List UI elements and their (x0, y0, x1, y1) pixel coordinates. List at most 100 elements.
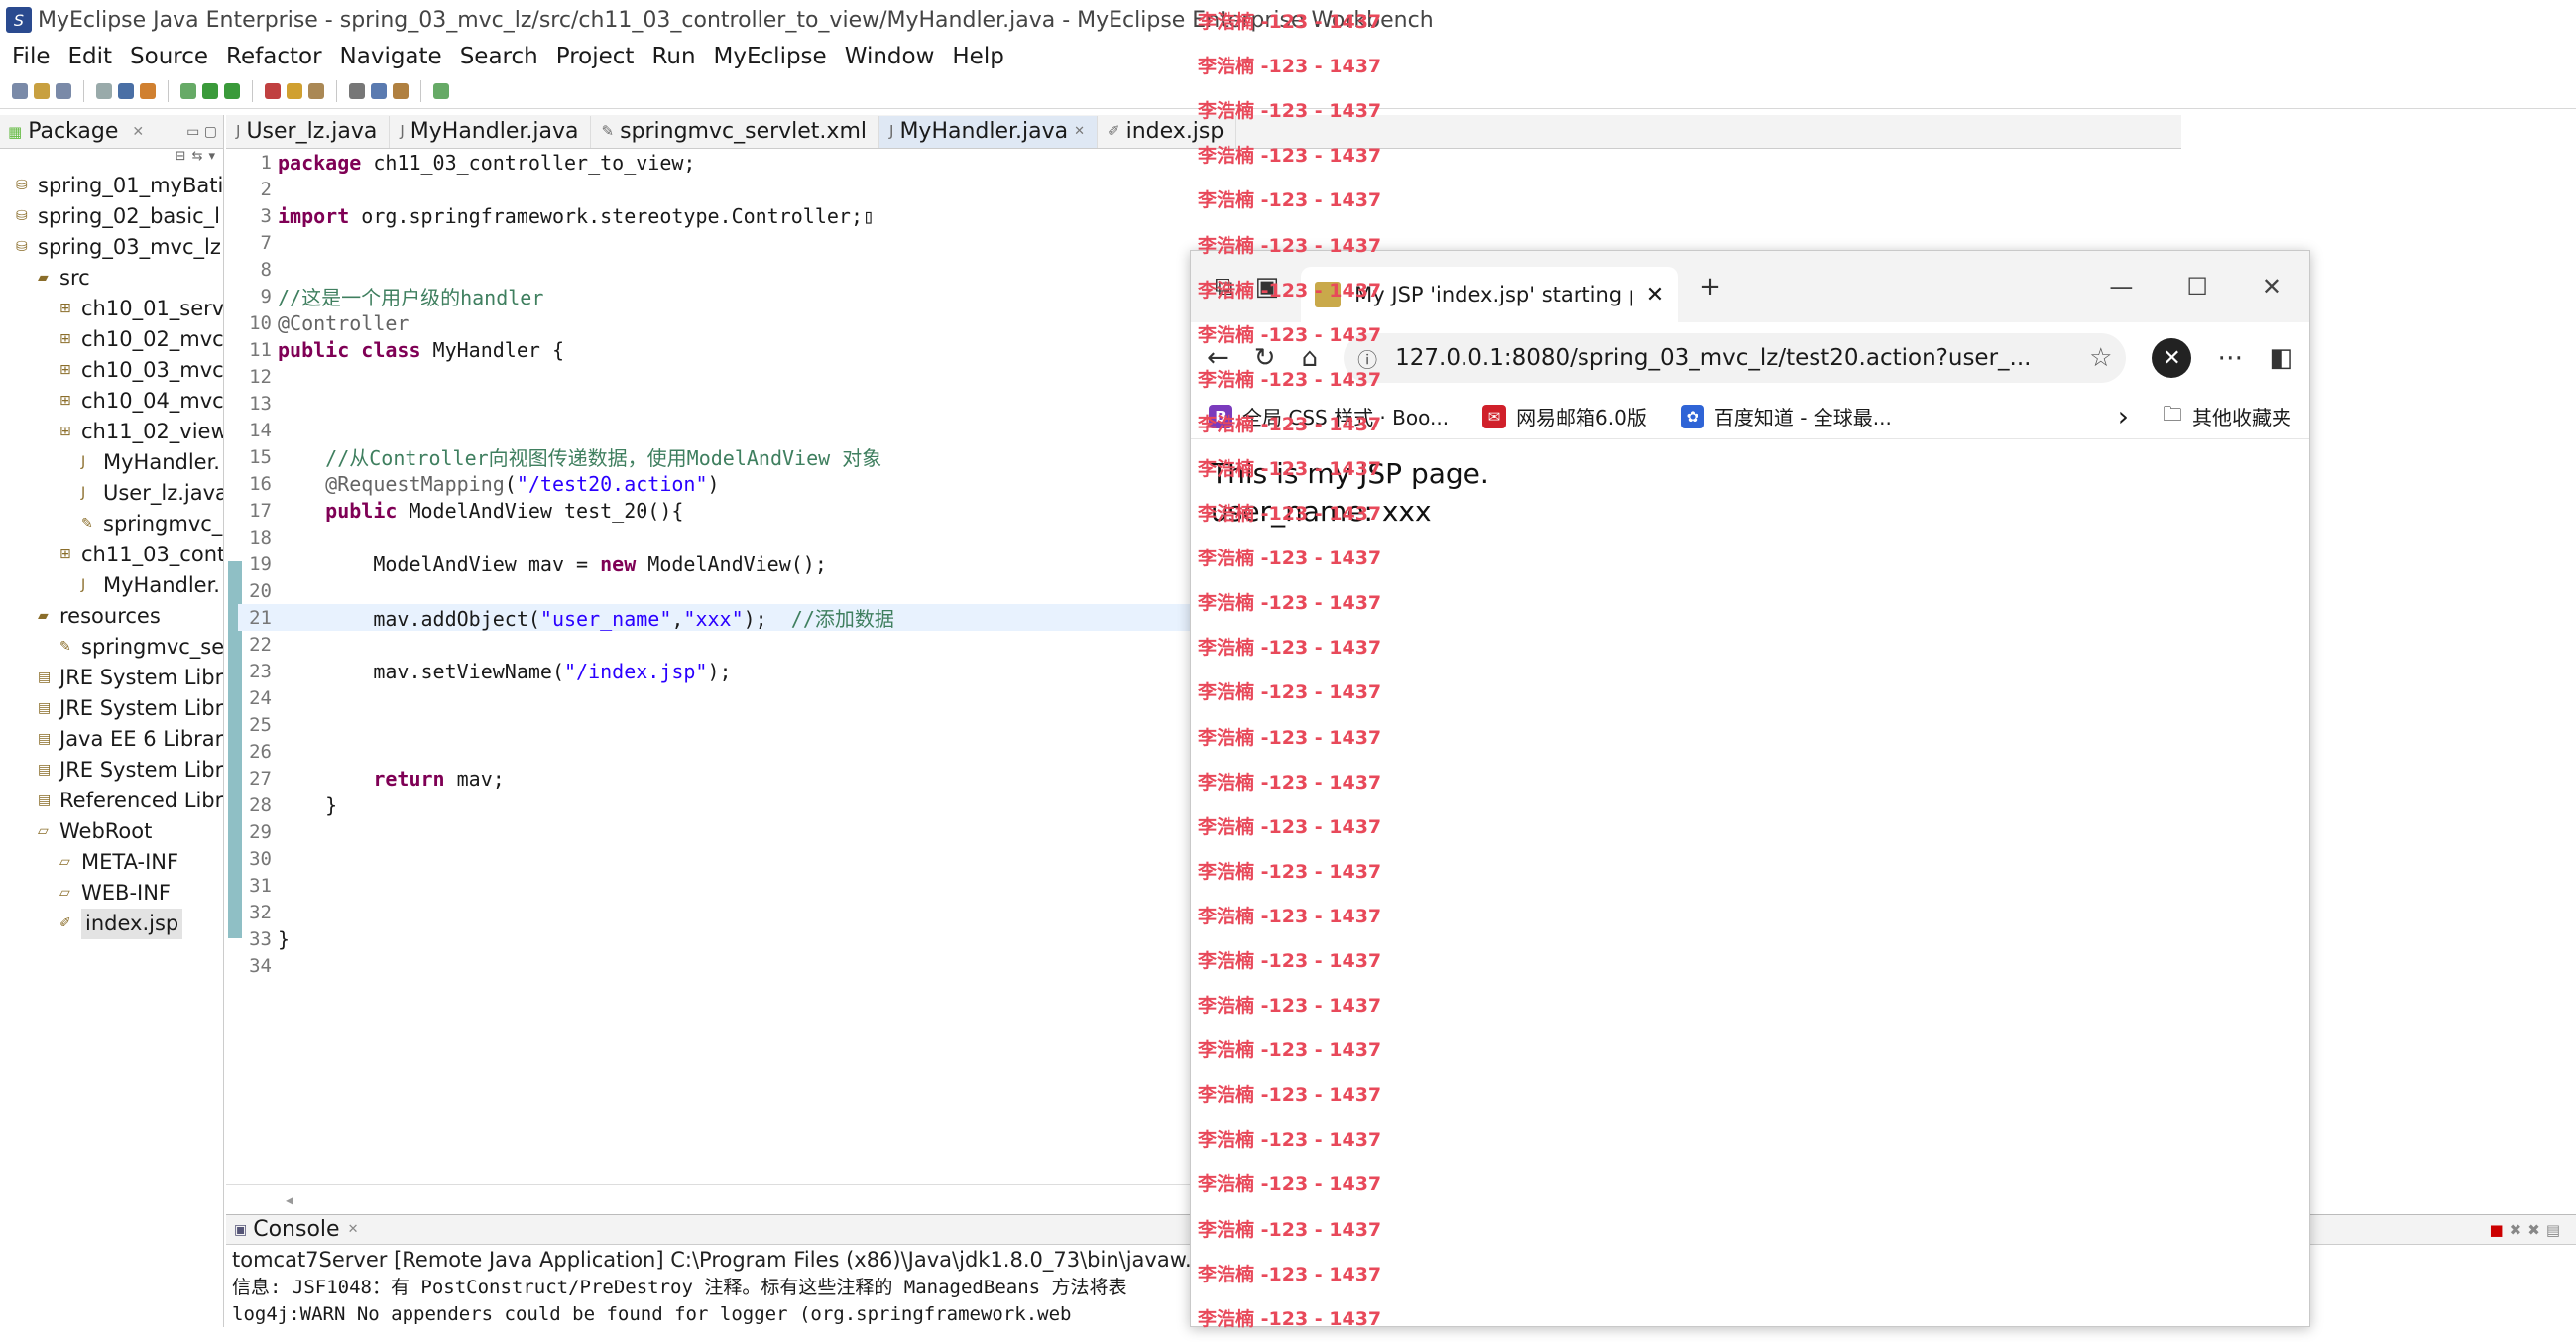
minimize-view-icon[interactable]: ▭ ▢ (186, 124, 223, 140)
menu-help[interactable]: Help (948, 44, 1017, 69)
menu-file[interactable]: File (8, 44, 64, 69)
more-menu-icon[interactable]: ⋯ (2217, 343, 2243, 373)
tree-item[interactable]: ▱ META-INF (0, 847, 223, 878)
minimize-icon[interactable]: — (2109, 273, 2133, 301)
code-text: mav.addObject("user_name","xxx"); //添加数据 (278, 607, 894, 631)
toolbar-button-icon[interactable] (265, 82, 281, 99)
close-window-icon[interactable]: ✕ (2262, 273, 2282, 301)
remove-launch-icon[interactable]: ✖ (2510, 1221, 2528, 1239)
tree-item[interactable]: ⊞ ch10_02_mvc (0, 324, 223, 355)
tree-item[interactable]: ▤ JRE System Libr (0, 663, 223, 693)
tree-item[interactable]: ▱ WEB-INF (0, 878, 223, 909)
tree-item[interactable]: ⊞ ch10_04_mvc (0, 386, 223, 417)
tree-item[interactable]: J MyHandler. (0, 570, 223, 601)
menu-project[interactable]: Project (552, 44, 648, 69)
tree-item[interactable]: ▤ Java EE 6 Librar (0, 724, 223, 755)
tree-item[interactable]: ▰ src (0, 263, 223, 294)
editor-tab[interactable]: ✐ index.jsp (1098, 116, 1237, 148)
toolbar-button-icon[interactable] (371, 82, 387, 99)
tree-item[interactable]: ⊞ ch11_03_cont (0, 540, 223, 570)
favorite-star-icon[interactable]: ☆ (2089, 343, 2112, 373)
tree-item[interactable]: ✐ index.jsp (0, 909, 223, 939)
new-tab-icon[interactable]: + (1699, 272, 1721, 302)
collapse-all-icon[interactable]: ⊟ (176, 149, 186, 171)
close-icon[interactable]: ✕ (348, 1222, 359, 1237)
tree-item[interactable]: ✎ springmvc_se (0, 632, 223, 663)
bookmark-item[interactable]: ✉ 网易邮箱6.0版 (1482, 402, 1647, 430)
menu-search[interactable]: Search (456, 44, 552, 69)
toolbar-button-icon[interactable] (393, 82, 409, 99)
toolbar-button-icon[interactable] (287, 82, 302, 99)
profile-avatar[interactable]: ✕ (2152, 338, 2192, 378)
refresh-icon[interactable]: ↻ (1254, 343, 1276, 373)
tree-item[interactable]: J User_lz.java (0, 478, 223, 509)
toolbar-button-icon[interactable] (34, 82, 50, 99)
home-icon[interactable]: ⌂ (1302, 343, 1319, 373)
menu-run[interactable]: Run (647, 44, 709, 69)
menu-refactor[interactable]: Refactor (222, 44, 335, 69)
workspaces-icon[interactable]: ⧉ (1215, 272, 1233, 303)
toolbar-button-icon[interactable] (180, 82, 196, 99)
tree-item[interactable]: ▰ resources (0, 601, 223, 632)
editor-tab[interactable]: J MyHandler.java ✕ (879, 116, 1099, 148)
code-text: return mav; (373, 766, 505, 791)
xml-file-icon: ✎ (601, 122, 615, 140)
toolbar-button-icon[interactable] (224, 82, 240, 99)
other-bookmarks[interactable]: 🗀 其他收藏夹 (2163, 400, 2291, 433)
tree-item[interactable]: ▱ WebRoot (0, 816, 223, 847)
menu-myeclipse[interactable]: MyEclipse (710, 44, 841, 69)
close-tab-icon[interactable]: ✕ (1074, 124, 1085, 139)
toolbar-button-icon[interactable] (433, 82, 449, 99)
bookmark-item[interactable]: B 全局 CSS 样式 · Boo... (1209, 402, 1449, 430)
menu-navigate[interactable]: Navigate (336, 44, 456, 69)
project-icon: ⛁ (16, 178, 28, 193)
menu-edit[interactable]: Edit (64, 44, 127, 69)
toolbar-button-icon[interactable] (349, 82, 365, 99)
tree-item-label: spring_02_basic_l (38, 204, 220, 228)
menu-source[interactable]: Source (126, 44, 222, 69)
toolbar-button-icon[interactable] (308, 82, 324, 99)
tree-item[interactable]: ⛁ spring_03_mvc_lz (0, 232, 223, 263)
close-icon[interactable]: ✕ (132, 124, 144, 140)
tree-item[interactable]: ▤ JRE System Libr (0, 755, 223, 786)
tree-item[interactable]: ⊞ ch11_02_view (0, 417, 223, 447)
console-options-icon[interactable]: ▤ (2546, 1221, 2566, 1239)
browser-tab[interactable]: My JSP 'index.jsp' starting page ✕ (1301, 267, 1679, 322)
terminate-icon[interactable]: ■ (2489, 1221, 2509, 1239)
menu-window[interactable]: Window (841, 44, 949, 69)
editor-tab[interactable]: J User_lz.java (226, 116, 391, 148)
tree-item[interactable]: ▤ Referenced Libr (0, 786, 223, 816)
package-explorer-tab[interactable]: ▦ Package ✕ ▭ ▢ (0, 115, 223, 149)
tree-item[interactable]: J MyHandler. (0, 447, 223, 478)
tree-item[interactable]: ⊞ ch10_03_mvc (0, 355, 223, 386)
tree-item[interactable]: ⛁ spring_02_basic_l (0, 201, 223, 232)
tree-item[interactable]: ✎ springmvc_ (0, 509, 223, 540)
tree-item[interactable]: ⊞ ch10_01_servl (0, 294, 223, 324)
toolbar-button-icon[interactable] (96, 82, 112, 99)
toolbar-button-icon[interactable] (202, 82, 218, 99)
chevron-right-icon[interactable]: › (2118, 400, 2129, 432)
toolbar-button-icon[interactable] (12, 82, 28, 99)
editor-tab[interactable]: J MyHandler.java (390, 116, 592, 148)
tree-item-label: Referenced Libr (59, 789, 223, 812)
close-tab-icon[interactable]: ✕ (1646, 283, 1664, 307)
toolbar-button-icon[interactable] (140, 82, 156, 99)
link-editor-icon[interactable]: ⇆ (192, 149, 203, 171)
tree-item[interactable]: ⛁ spring_01_myBati (0, 171, 223, 201)
view-menu-icon[interactable]: ▾ (208, 149, 215, 171)
editor-tab[interactable]: ✎ springmvc_servlet.xml (591, 116, 879, 148)
back-icon[interactable]: ← (1207, 343, 1229, 373)
line-number: 13 (249, 392, 272, 415)
site-info-icon[interactable]: ⓘ (1357, 344, 1377, 373)
sidebar-icon[interactable]: ◧ (2269, 343, 2293, 373)
toolbar-button-icon[interactable] (118, 82, 134, 99)
bookmark-item[interactable]: ✿ 百度知道 - 全球最... (1680, 402, 1892, 430)
remove-all-icon[interactable]: ✖ (2527, 1221, 2546, 1239)
jsp-file-icon: ✐ (59, 915, 71, 931)
toolbar-button-icon[interactable] (56, 82, 71, 99)
tree-item[interactable]: ▤ JRE System Libr (0, 693, 223, 724)
menu-bar: File Edit Source Refactor Navigate Search Proj… (0, 40, 2576, 73)
tab-actions-icon[interactable]: ▣ (1255, 272, 1280, 302)
address-bar[interactable]: ⓘ 127.0.0.1:8080/spring_03_mvc_lz/test20… (1344, 333, 2127, 383)
maximize-icon[interactable]: ☐ (2186, 273, 2208, 301)
